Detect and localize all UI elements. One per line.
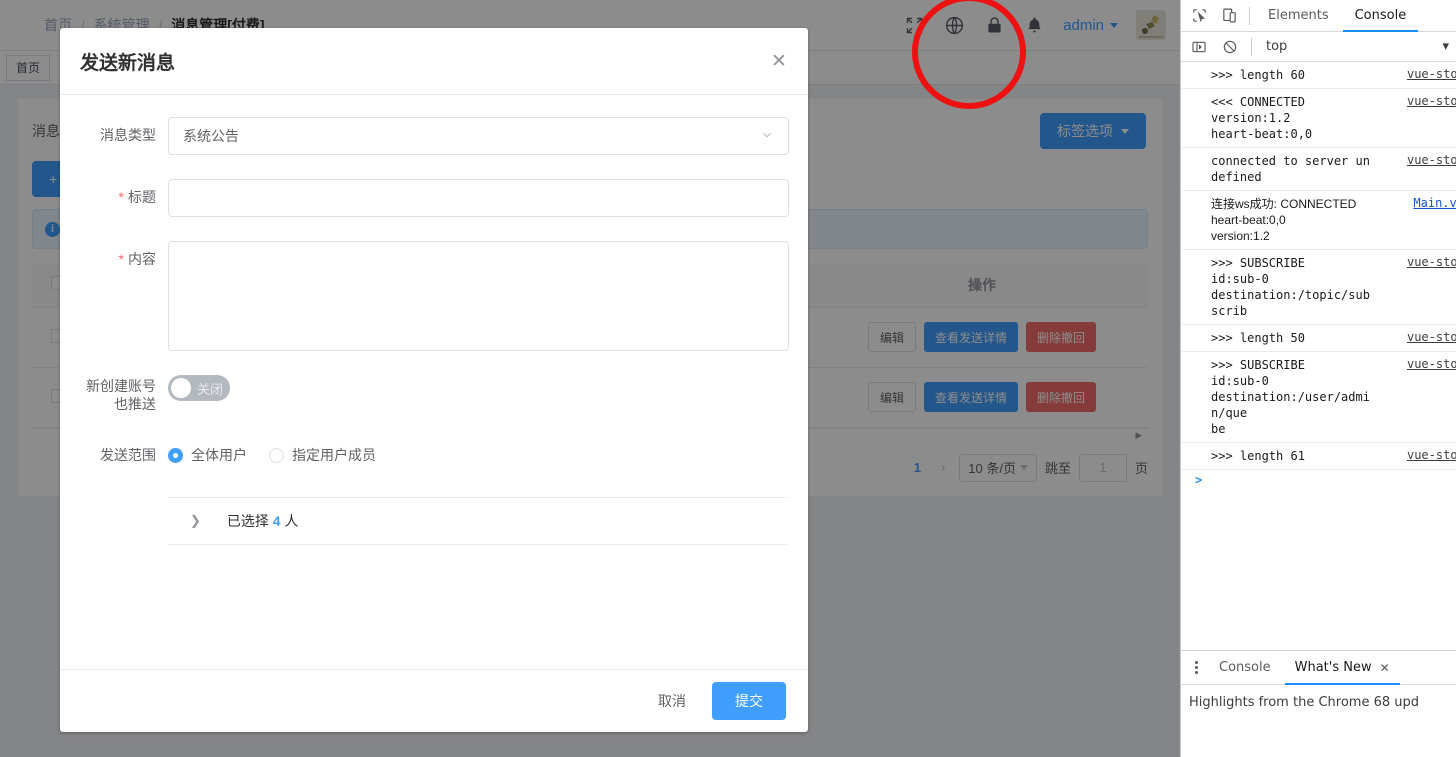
- close-icon[interactable]: ✕: [1380, 661, 1390, 675]
- console-log-entry[interactable]: 连接ws成功: CONNECTED heart-beat:0,0 version…: [1181, 191, 1456, 250]
- console-log-source[interactable]: vue-stomp: [1407, 448, 1456, 462]
- console-log-source[interactable]: Main.vu: [1413, 196, 1456, 210]
- console-filter-bar: top ▾: [1181, 32, 1456, 62]
- form-row-content: *内容: [80, 241, 788, 351]
- drawer-body: Highlights from the Chrome 68 upd: [1181, 685, 1456, 720]
- chevron-down-icon: ▾: [1442, 39, 1449, 54]
- cancel-button[interactable]: 取消: [644, 683, 700, 719]
- dialog-title: 发送新消息: [80, 48, 175, 75]
- title-input[interactable]: [168, 179, 789, 217]
- drawer-tab-whats-new[interactable]: What's New ✕: [1285, 651, 1400, 685]
- submit-button[interactable]: 提交: [712, 682, 786, 720]
- send-new-message-dialog: 发送新消息 ✕ 消息类型 系统公告 *标题: [60, 28, 808, 732]
- red-circle-annotation: [912, 0, 1026, 109]
- form-row-message-type: 消息类型 系统公告: [80, 117, 788, 155]
- console-prompt-icon: >: [1195, 473, 1202, 487]
- form-row-selected-collapse: ❯ 已选择 4 人: [80, 497, 788, 545]
- radio-icon-selected: [168, 448, 183, 463]
- message-type-value: 系统公告: [183, 126, 239, 146]
- clear-console-icon[interactable]: [1216, 33, 1244, 61]
- chevron-down-icon: [760, 128, 774, 145]
- console-log-source[interactable]: vue-stomp: [1407, 357, 1456, 371]
- dialog-header: 发送新消息 ✕: [60, 28, 808, 94]
- console-log-source[interactable]: vue-stomp: [1407, 255, 1456, 269]
- dialog-body: 消息类型 系统公告 *标题: [60, 94, 808, 669]
- console-log-list[interactable]: >>> length 60 vue-stomp <<< CONNECTED ve…: [1181, 62, 1456, 650]
- radio-icon: [269, 448, 284, 463]
- dialog-footer: 取消 提交: [60, 669, 808, 732]
- devtools-tabbar: Elements Console: [1181, 0, 1456, 32]
- selected-prefix: 已选择: [227, 513, 269, 529]
- console-log-entry[interactable]: <<< CONNECTED version:1.2 heart-beat:0,0…: [1181, 89, 1456, 148]
- console-context-value: top: [1266, 39, 1287, 54]
- send-scope-radio-group: 全体用户 指定用户成员: [168, 437, 788, 473]
- console-log-source[interactable]: vue-stomp: [1407, 94, 1456, 108]
- required-asterisk: *: [119, 251, 124, 267]
- console-log-entry[interactable]: >>> SUBSCRIBE id:sub-0 destination:/topi…: [1181, 250, 1456, 325]
- console-log-source[interactable]: vue-stomp: [1407, 330, 1456, 344]
- toggle-knob: [171, 378, 191, 398]
- devtools-panel: Elements Console top ▾ >>> length: [1180, 0, 1456, 757]
- more-options-icon[interactable]: [1187, 661, 1205, 674]
- console-prompt[interactable]: >: [1181, 470, 1456, 480]
- title-label-text: 标题: [128, 189, 156, 205]
- divider: [1251, 38, 1252, 56]
- push-new-account-toggle[interactable]: 关闭: [168, 375, 230, 401]
- form-row-title: *标题: [80, 179, 788, 217]
- selected-users-collapse[interactable]: ❯ 已选择 4 人: [168, 497, 789, 545]
- content-label-text: 内容: [128, 251, 156, 267]
- scope-option-specific-users-label: 指定用户成员: [292, 445, 376, 465]
- console-log-entry[interactable]: >>> length 61 vue-stomp: [1181, 443, 1456, 470]
- devtools-tab-elements[interactable]: Elements: [1256, 0, 1341, 32]
- console-log-source[interactable]: vue-stomp: [1407, 67, 1456, 81]
- device-toolbar-icon[interactable]: [1215, 2, 1243, 30]
- message-type-select[interactable]: 系统公告: [168, 117, 789, 155]
- scope-option-specific-users[interactable]: 指定用户成员: [269, 445, 376, 465]
- close-icon[interactable]: ✕: [766, 48, 792, 74]
- drawer-tab-console[interactable]: Console: [1209, 651, 1281, 685]
- send-scope-label: 发送范围: [80, 437, 168, 473]
- selected-suffix: 人: [284, 513, 298, 529]
- devtools-drawer: Console What's New ✕ Highlights from the…: [1181, 650, 1456, 757]
- required-asterisk: *: [119, 189, 124, 205]
- console-log-entry[interactable]: connected to server undefined vue-stomp: [1181, 148, 1456, 191]
- devtools-tab-console[interactable]: Console: [1343, 0, 1419, 32]
- message-type-label: 消息类型: [80, 117, 168, 153]
- console-log-entry[interactable]: >>> SUBSCRIBE id:sub-0 destination:/user…: [1181, 352, 1456, 443]
- drawer-tabbar: Console What's New ✕: [1181, 651, 1456, 685]
- inspect-icon[interactable]: [1185, 2, 1213, 30]
- console-log-entry[interactable]: >>> length 60 vue-stomp: [1181, 62, 1456, 89]
- content-label: *内容: [80, 241, 168, 277]
- console-log-source[interactable]: vue-stomp: [1407, 153, 1456, 167]
- form-row-send-scope: 发送范围 全体用户 指定用户成员: [80, 437, 788, 473]
- chevron-right-icon: ❯: [190, 513, 201, 529]
- scope-option-all-users[interactable]: 全体用户: [168, 445, 247, 465]
- title-label: *标题: [80, 179, 168, 215]
- push-new-account-label: 新创建账号也推送: [80, 375, 168, 413]
- divider: [1249, 7, 1250, 25]
- sidebar-toggle-icon[interactable]: [1185, 33, 1213, 61]
- drawer-tab-whats-new-label: What's New: [1295, 660, 1372, 675]
- selected-users-summary: 已选择 4 人: [227, 511, 299, 531]
- content-textarea[interactable]: [168, 241, 789, 351]
- selected-count: 4: [273, 513, 281, 529]
- console-context-select[interactable]: top ▾: [1259, 39, 1456, 54]
- scope-option-all-users-label: 全体用户: [191, 445, 247, 465]
- form-row-push-new-account: 新创建账号也推送 关闭: [80, 375, 788, 413]
- console-log-entry[interactable]: >>> length 50 vue-stomp: [1181, 325, 1456, 352]
- toggle-state-label: 关闭: [197, 379, 223, 398]
